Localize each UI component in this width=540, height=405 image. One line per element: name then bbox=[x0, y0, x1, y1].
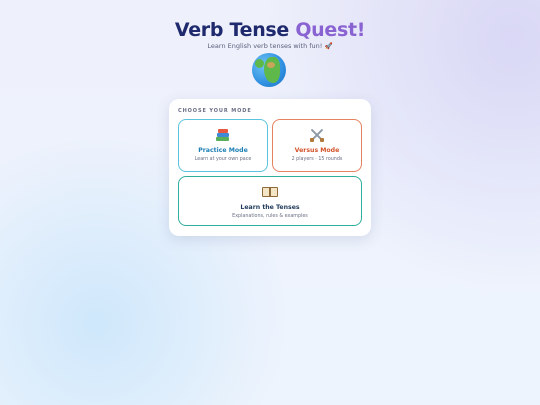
practice-mode-button[interactable]: Practice Mode Learn at your own pace bbox=[178, 119, 268, 172]
books-icon bbox=[214, 128, 232, 142]
app-title-main: Verb Tense bbox=[174, 19, 296, 41]
app-header: Verb Tense Quest! Learn English verb ten… bbox=[0, 18, 540, 51]
app-subtitle: Learn English verb tenses with fun! 🚀 bbox=[207, 42, 333, 50]
practice-mode-title: Practice Mode bbox=[198, 147, 248, 154]
versus-mode-title: Versus Mode bbox=[294, 147, 340, 154]
learn-tenses-title: Learn the Tenses bbox=[240, 204, 300, 211]
versus-mode-button[interactable]: Versus Mode 2 players · 15 rounds bbox=[272, 119, 362, 172]
globe-icon bbox=[252, 53, 286, 87]
mode-selection-card: CHOOSE YOUR MODE Practice Mode Learn at … bbox=[169, 99, 371, 236]
versus-mode-description: 2 players · 15 rounds bbox=[291, 157, 343, 162]
learn-tenses-description: Explanations, rules & examples bbox=[232, 214, 308, 219]
learn-tenses-button[interactable]: Learn the Tenses Explanations, rules & e… bbox=[178, 176, 362, 226]
open-book-icon bbox=[261, 185, 279, 199]
app-title-accent: Quest! bbox=[295, 19, 366, 41]
app-title: Verb Tense Quest! bbox=[0, 18, 540, 42]
crossed-swords-icon bbox=[308, 128, 326, 142]
practice-mode-description: Learn at your own pace bbox=[194, 157, 252, 162]
choose-mode-label: CHOOSE YOUR MODE bbox=[178, 108, 252, 114]
